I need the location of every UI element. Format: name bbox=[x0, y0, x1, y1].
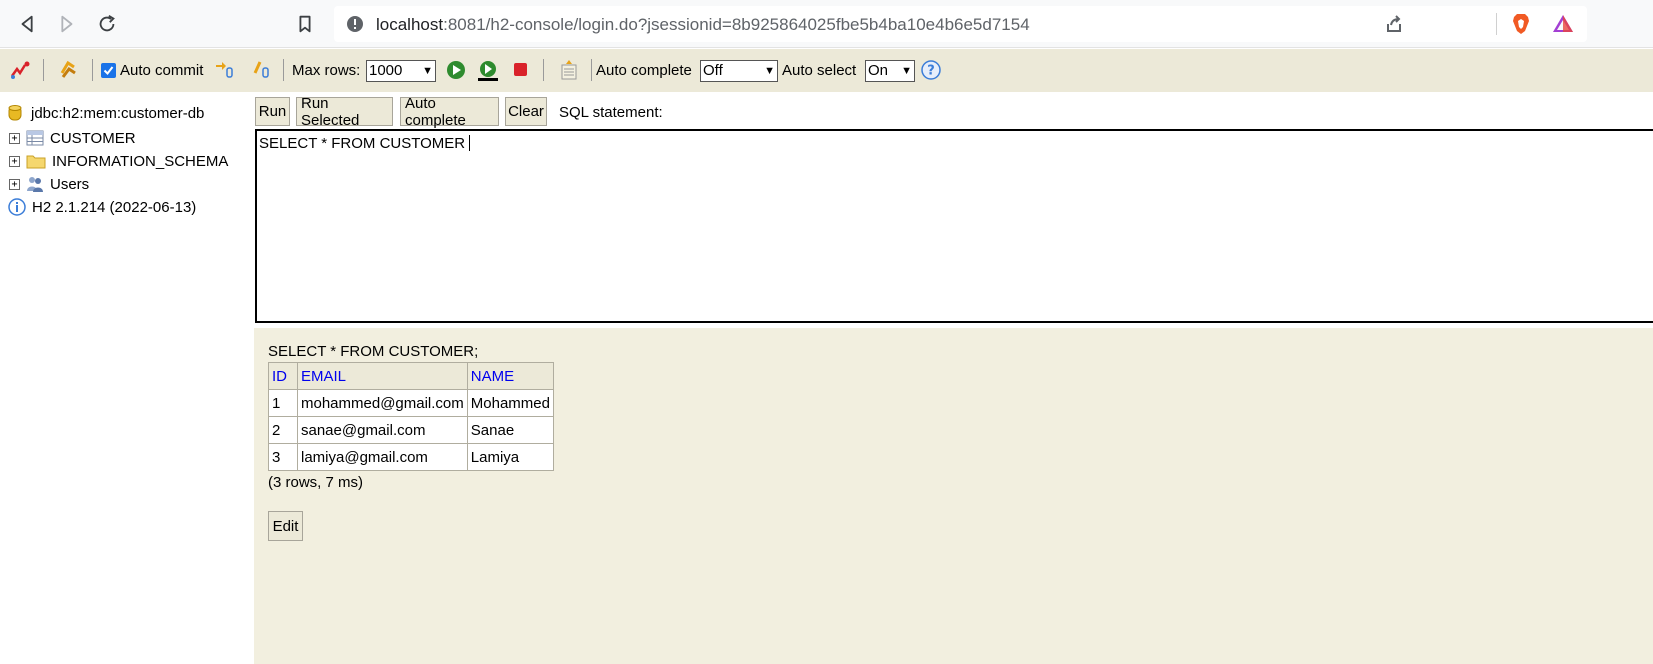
folder-icon bbox=[26, 155, 46, 169]
column-header-name[interactable]: NAME bbox=[466, 362, 554, 390]
auto-select-label: Auto select bbox=[782, 62, 857, 79]
bookmark-icon[interactable] bbox=[293, 12, 317, 36]
chevron-down-icon: ▼ bbox=[764, 64, 775, 77]
svg-text:?: ? bbox=[927, 64, 935, 79]
url-path: :8081/h2-console/login.do?jsessionid=8b9… bbox=[443, 15, 1030, 34]
auto-complete-button[interactable]: Auto complete bbox=[400, 95, 499, 129]
cell-id: 3 bbox=[268, 443, 298, 471]
tree-node-label: INFORMATION_SCHEMA bbox=[52, 152, 229, 170]
brave-rewards-icon[interactable] bbox=[1551, 12, 1575, 36]
table-header-row: ID EMAIL NAME bbox=[268, 362, 554, 390]
chevron-down-icon: ▼ bbox=[422, 64, 433, 77]
clear-button[interactable]: Clear bbox=[505, 97, 547, 126]
forward-icon[interactable] bbox=[54, 12, 78, 36]
run-selected-icon[interactable] bbox=[477, 59, 499, 81]
cell-id: 2 bbox=[268, 416, 298, 444]
back-icon[interactable] bbox=[16, 12, 40, 36]
tree-node-users[interactable]: + Users bbox=[9, 174, 89, 194]
cell-email: sanae@gmail.com bbox=[297, 416, 468, 444]
row-count-summary: (3 rows, 7 ms) bbox=[268, 474, 364, 491]
help-icon[interactable]: ? bbox=[920, 59, 942, 81]
toolbar-separator bbox=[283, 59, 284, 81]
sql-editor[interactable]: SELECT * FROM CUSTOMER bbox=[255, 129, 1653, 323]
column-header-email[interactable]: EMAIL bbox=[297, 362, 468, 390]
auto-select-value: On bbox=[868, 62, 889, 79]
chrome-separator bbox=[1496, 13, 1497, 35]
tree-node-customer[interactable]: + CUSTOMER bbox=[9, 128, 136, 148]
auto-complete-label: Auto complete bbox=[596, 62, 692, 79]
cell-name: Sanae bbox=[466, 416, 554, 444]
toolbar-separator bbox=[43, 59, 44, 81]
history-icon[interactable] bbox=[558, 59, 580, 81]
chevron-down-icon: ▼ bbox=[901, 64, 912, 77]
version-label: H2 2.1.214 (2022-06-13) bbox=[32, 198, 197, 216]
max-rows-control[interactable]: 1000 ▼ bbox=[366, 49, 436, 92]
cell-email: mohammed@gmail.com bbox=[297, 389, 468, 417]
info-icon bbox=[8, 198, 26, 216]
edit-button[interactable]: Edit bbox=[268, 511, 303, 541]
h2-toolbar: Auto commit Max rows: 1000 ▼ Auto comple… bbox=[0, 49, 1653, 92]
table-row: 3 lamiya@gmail.com Lamiya bbox=[268, 443, 554, 471]
result-panel: SELECT * FROM CUSTOMER; ID EMAIL NAME 1 … bbox=[254, 328, 1653, 664]
cell-name: Lamiya bbox=[466, 443, 554, 471]
expand-icon[interactable]: + bbox=[9, 178, 20, 190]
disconnect-icon[interactable] bbox=[9, 59, 31, 81]
toolbar-separator bbox=[591, 59, 592, 81]
auto-commit-checkbox[interactable] bbox=[101, 63, 116, 78]
browser-toolbar: localhost:8081/h2-console/login.do?jsess… bbox=[0, 0, 1653, 48]
query-button-bar: Run Run Selected Auto complete Clear SQL… bbox=[254, 92, 1653, 129]
auto-select-select[interactable]: On ▼ bbox=[865, 59, 915, 82]
toolbar-separator bbox=[543, 59, 544, 81]
tree-node-label: CUSTOMER bbox=[50, 129, 136, 147]
max-rows-select[interactable]: 1000 ▼ bbox=[366, 59, 436, 82]
sql-statement-label: SQL statement: bbox=[559, 104, 663, 121]
text-caret bbox=[469, 135, 471, 151]
auto-complete-select[interactable]: Off ▼ bbox=[700, 59, 778, 82]
tree-node-information-schema[interactable]: + INFORMATION_SCHEMA bbox=[9, 151, 228, 171]
table-row: 1 mohammed@gmail.com Mohammed bbox=[268, 389, 554, 417]
brave-shield-icon[interactable] bbox=[1509, 12, 1533, 36]
cell-id: 1 bbox=[268, 389, 298, 417]
refresh-tree-icon[interactable] bbox=[57, 59, 79, 81]
auto-commit-toggle[interactable]: Auto commit bbox=[101, 49, 203, 92]
auto-complete-control[interactable]: Off ▼ bbox=[700, 49, 778, 92]
max-rows-label: Max rows: bbox=[292, 62, 361, 79]
reload-icon[interactable] bbox=[95, 12, 119, 36]
cancel-statement-icon[interactable] bbox=[510, 59, 532, 81]
max-rows-value: 1000 bbox=[369, 62, 403, 79]
cell-email: lamiya@gmail.com bbox=[297, 443, 468, 471]
auto-complete-value: Off bbox=[703, 62, 723, 79]
executed-sql: SELECT * FROM CUSTOMER; bbox=[268, 343, 479, 360]
database-icon bbox=[8, 105, 22, 121]
commit-icon[interactable] bbox=[251, 59, 273, 81]
rollback-icon[interactable] bbox=[213, 59, 235, 81]
auto-commit-label: Auto commit bbox=[120, 62, 204, 79]
toolbar-separator bbox=[92, 59, 93, 81]
sql-editor-text: SELECT * FROM CUSTOMER bbox=[259, 135, 466, 152]
cell-name: Mohammed bbox=[466, 389, 554, 417]
column-header-id[interactable]: ID bbox=[268, 362, 298, 390]
run-button[interactable]: Run bbox=[255, 97, 290, 126]
share-icon[interactable] bbox=[1382, 12, 1406, 36]
table-row: 2 sanae@gmail.com Sanae bbox=[268, 416, 554, 444]
users-icon bbox=[27, 177, 43, 192]
result-table: ID EMAIL NAME 1 mohammed@gmail.com Moham… bbox=[268, 362, 554, 471]
url-host: localhost bbox=[376, 15, 444, 34]
connection-label: jdbc:h2:mem:customer-db bbox=[31, 104, 205, 122]
tree-node-label: Users bbox=[50, 175, 90, 193]
table-icon bbox=[26, 130, 44, 146]
auto-select-control[interactable]: On ▼ bbox=[865, 49, 915, 92]
expand-icon[interactable]: + bbox=[9, 132, 20, 144]
run-selected-button[interactable]: Run Selected bbox=[296, 95, 393, 129]
tree-connection[interactable]: jdbc:h2:mem:customer-db bbox=[8, 103, 204, 123]
url-text[interactable]: localhost:8081/h2-console/login.do?jsess… bbox=[376, 15, 1030, 35]
object-tree: jdbc:h2:mem:customer-db + CUSTOMER + INF… bbox=[0, 92, 254, 664]
address-bar[interactable]: localhost:8081/h2-console/login.do?jsess… bbox=[334, 6, 1587, 42]
site-info-icon[interactable] bbox=[346, 15, 364, 33]
tree-version: H2 2.1.214 (2022-06-13) bbox=[8, 197, 196, 217]
run-icon[interactable] bbox=[445, 59, 467, 81]
expand-icon[interactable]: + bbox=[9, 155, 20, 167]
